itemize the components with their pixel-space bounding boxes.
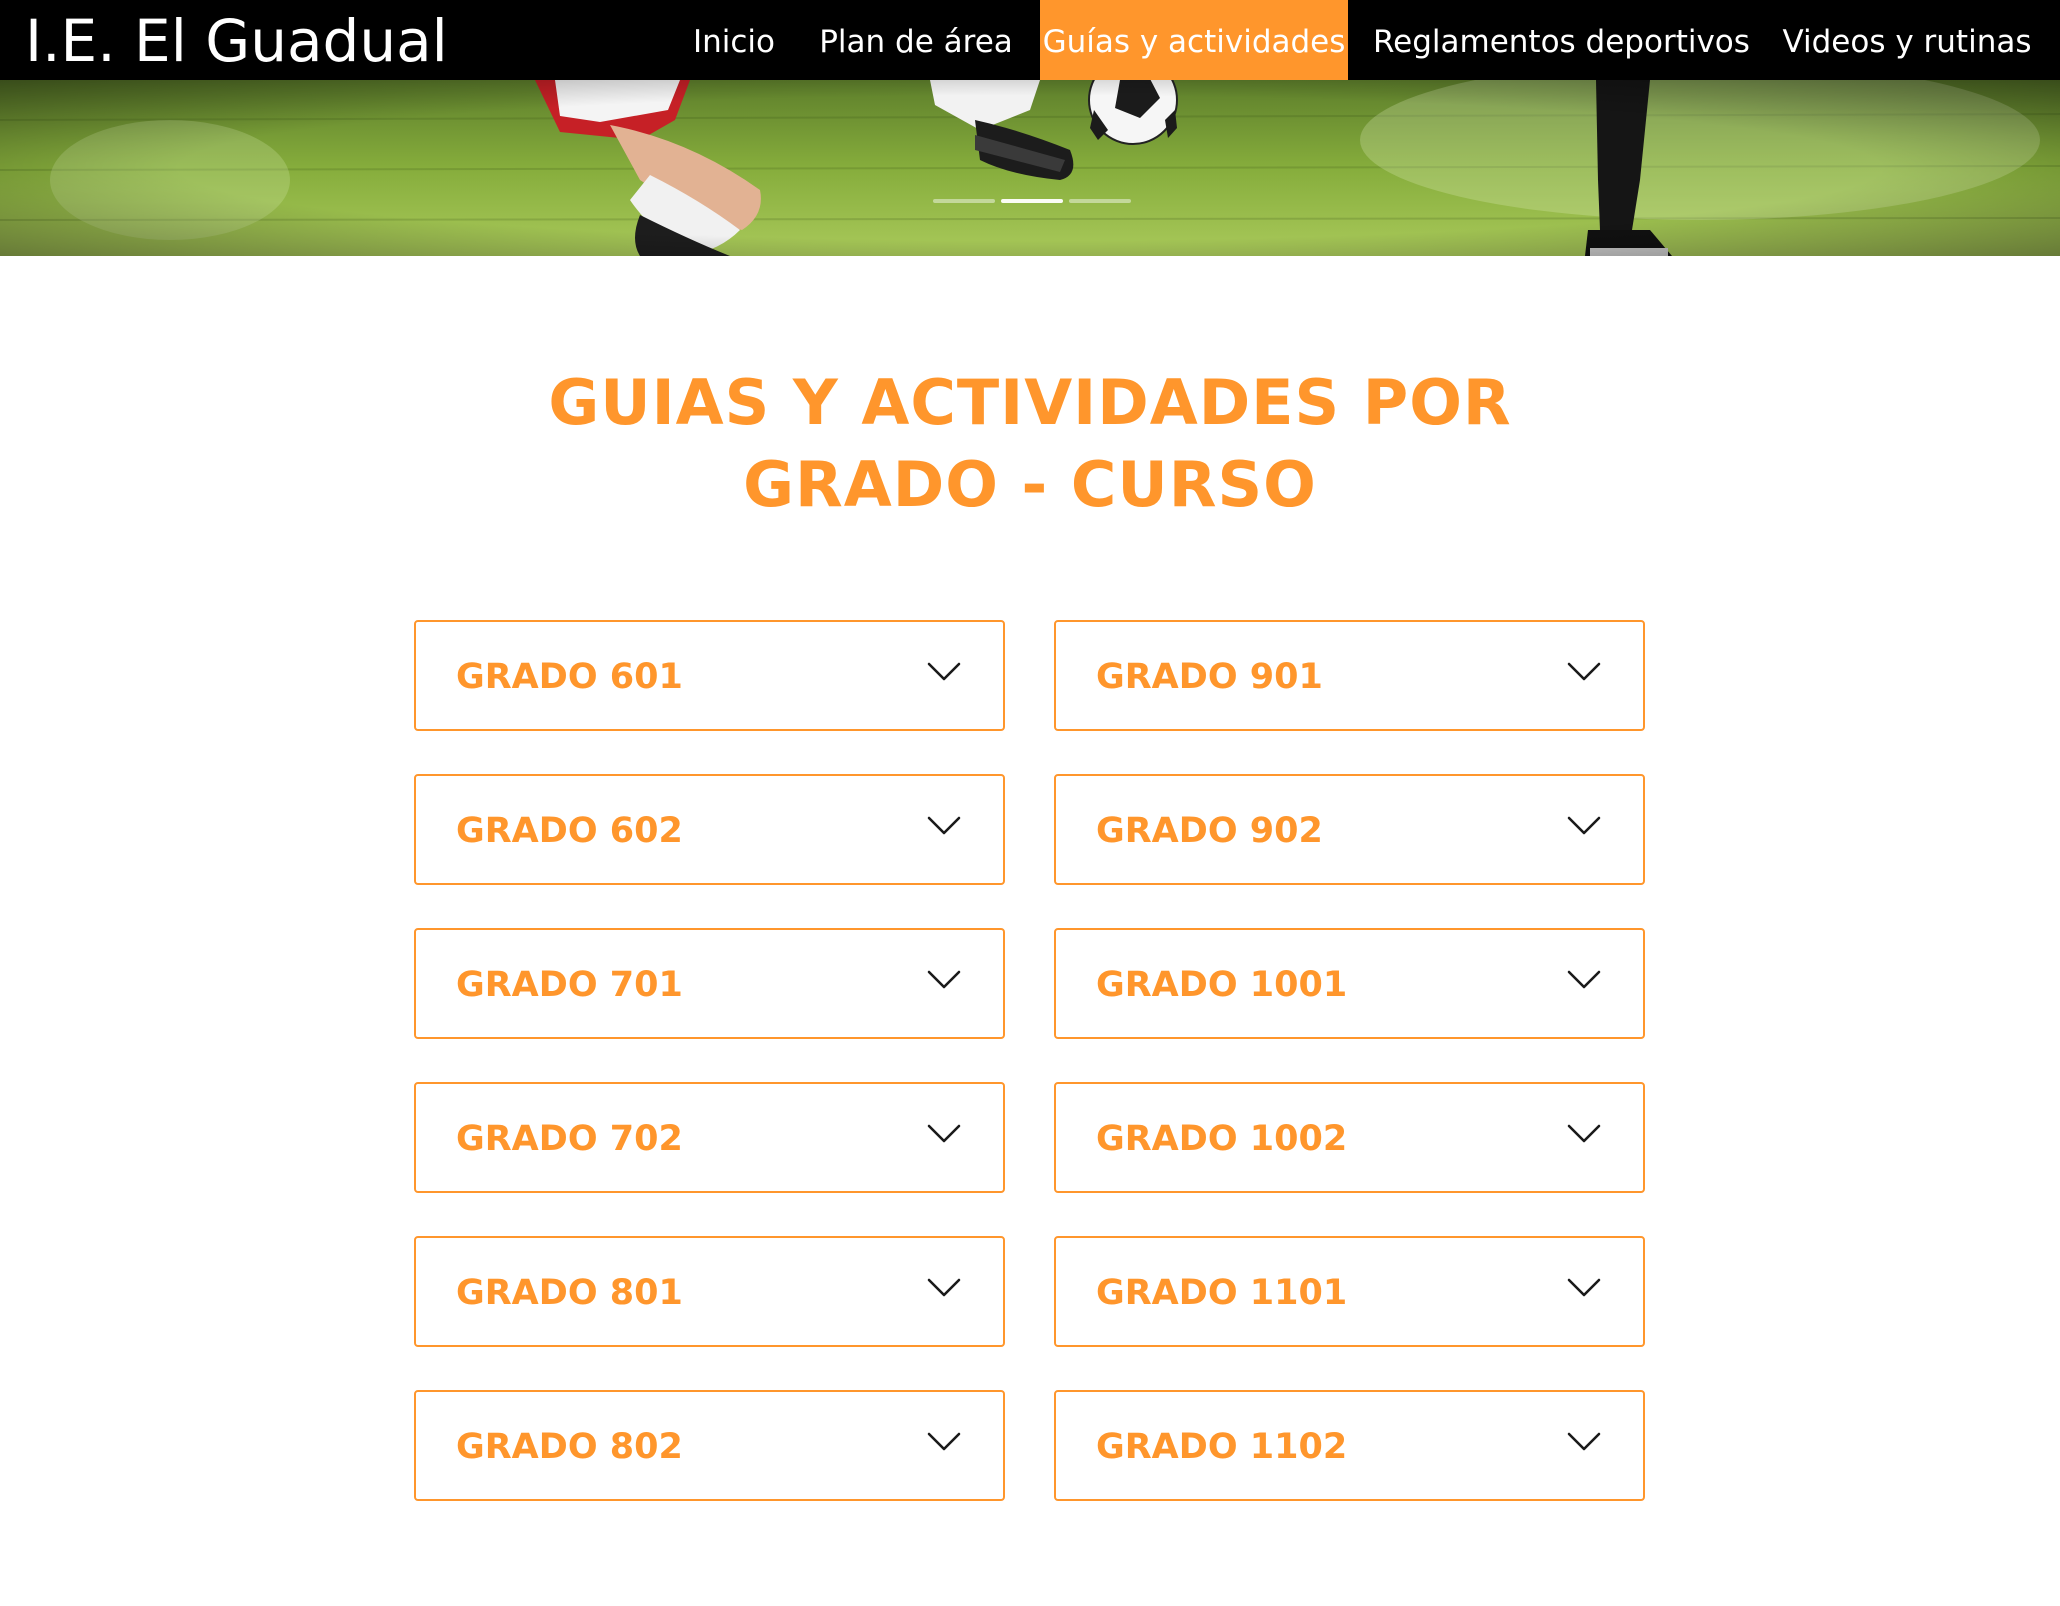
accordion-grado-1002[interactable]: GRADO 1002 — [1054, 1082, 1645, 1193]
nav-item-plan-de-area[interactable]: Plan de área — [812, 0, 1020, 80]
chevron-down-icon — [1567, 970, 1601, 989]
carousel-dot-1[interactable] — [933, 199, 995, 203]
accordion-label: GRADO 702 — [456, 1119, 683, 1159]
accordion-label: GRADO 1002 — [1096, 1119, 1348, 1159]
accordion-label: GRADO 901 — [1096, 657, 1323, 697]
accordion-grado-1001[interactable]: GRADO 1001 — [1054, 928, 1645, 1039]
chevron-down-icon — [1567, 662, 1601, 681]
accordion-label: GRADO 601 — [456, 657, 683, 697]
accordion-grado-802[interactable]: GRADO 802 — [414, 1390, 1005, 1501]
carousel-dot-2[interactable] — [1001, 199, 1063, 203]
chevron-down-icon — [1567, 1432, 1601, 1451]
page-title-line-2: GRADO - CURSO — [743, 448, 1317, 521]
accordion-grado-902[interactable]: GRADO 902 — [1054, 774, 1645, 885]
chevron-down-icon — [927, 1278, 961, 1297]
accordion-label: GRADO 902 — [1096, 811, 1323, 851]
accordion-label: GRADO 801 — [456, 1273, 683, 1313]
chevron-down-icon — [927, 816, 961, 835]
chevron-down-icon — [927, 970, 961, 989]
chevron-down-icon — [1567, 1124, 1601, 1143]
nav-item-videos-y-rutinas[interactable]: Videos y rutinas — [1776, 0, 2038, 80]
accordion-grado-801[interactable]: GRADO 801 — [414, 1236, 1005, 1347]
accordion-grado-1102[interactable]: GRADO 1102 — [1054, 1390, 1645, 1501]
chevron-down-icon — [1567, 1278, 1601, 1297]
accordion-grado-602[interactable]: GRADO 602 — [414, 774, 1005, 885]
top-navbar: I.E. El Guadual Inicio Plan de área Guía… — [0, 0, 2060, 80]
nav-item-inicio[interactable]: Inicio — [684, 0, 784, 80]
page-title-line-1: GUIAS Y ACTIVIDADES POR — [548, 366, 1512, 439]
hero-image — [0, 80, 2060, 256]
accordion-grado-702[interactable]: GRADO 702 — [414, 1082, 1005, 1193]
accordion-grado-1101[interactable]: GRADO 1101 — [1054, 1236, 1645, 1347]
accordion-grado-701[interactable]: GRADO 701 — [414, 928, 1005, 1039]
accordion-label: GRADO 802 — [456, 1427, 683, 1467]
accordion-label: GRADO 1001 — [1096, 965, 1348, 1005]
nav-item-reglamentos-deportivos[interactable]: Reglamentos deportivos — [1373, 0, 1750, 80]
nav-item-guias-y-actividades[interactable]: Guías y actividades — [1040, 0, 1348, 80]
carousel-dot-3[interactable] — [1069, 199, 1131, 203]
chevron-down-icon — [927, 1432, 961, 1451]
hero-banner — [0, 80, 2060, 256]
accordion-label: GRADO 1101 — [1096, 1273, 1348, 1313]
accordion-grado-901[interactable]: GRADO 901 — [1054, 620, 1645, 731]
accordion-label: GRADO 701 — [456, 965, 683, 1005]
chevron-down-icon — [1567, 816, 1601, 835]
page-title: GUIAS Y ACTIVIDADES POR GRADO - CURSO — [0, 362, 2060, 526]
site-title[interactable]: I.E. El Guadual — [25, 0, 448, 80]
chevron-down-icon — [927, 1124, 961, 1143]
accordion-label: GRADO 1102 — [1096, 1427, 1348, 1467]
accordion-label: GRADO 602 — [456, 811, 683, 851]
chevron-down-icon — [927, 662, 961, 681]
accordion-grado-601[interactable]: GRADO 601 — [414, 620, 1005, 731]
